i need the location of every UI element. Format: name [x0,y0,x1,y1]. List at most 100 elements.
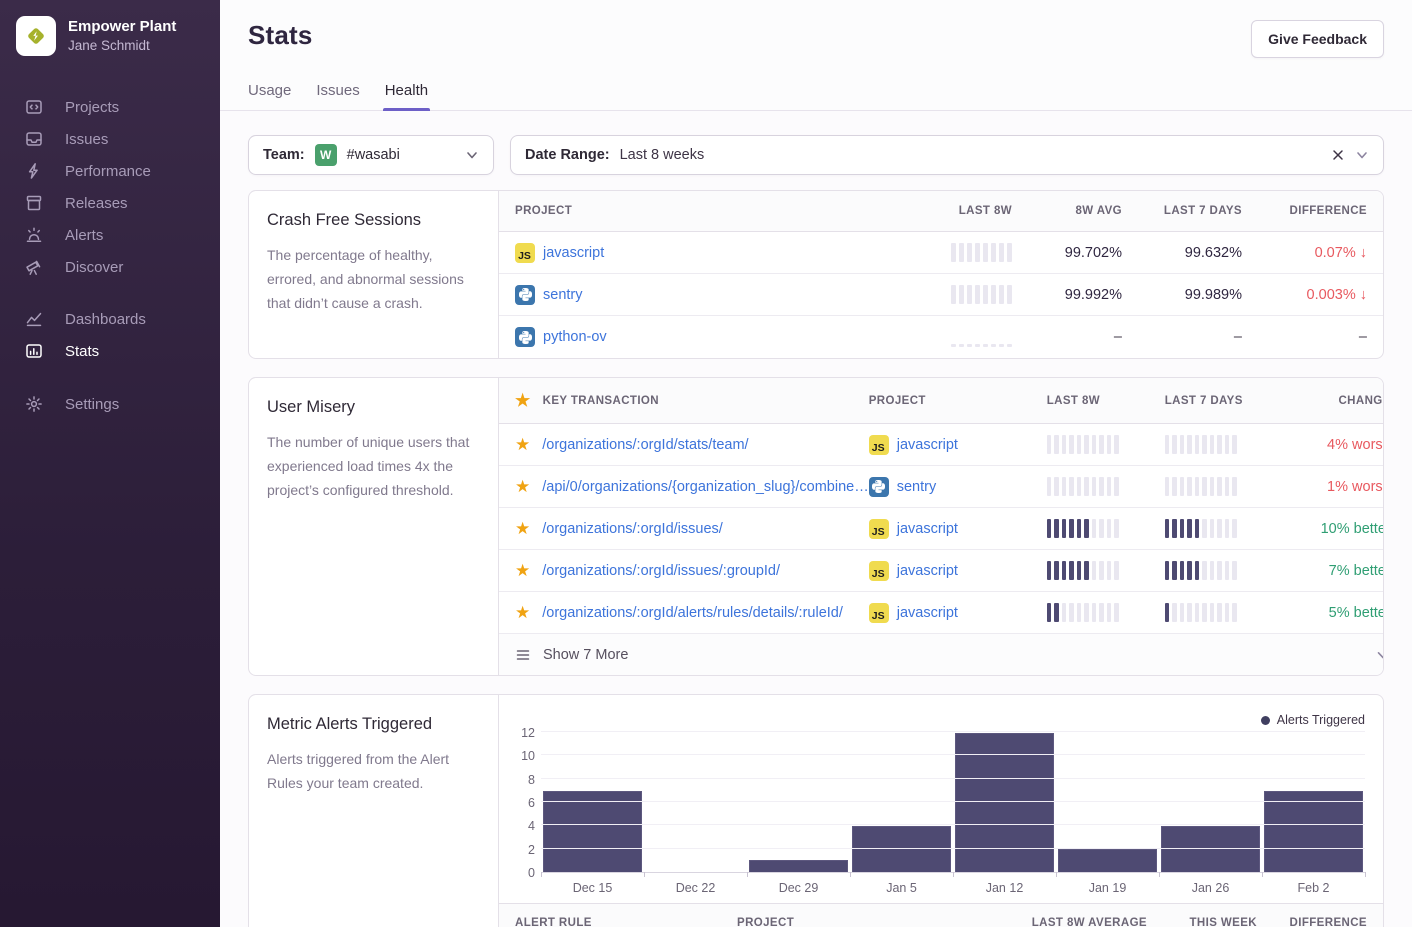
key-transaction-star-icon[interactable]: ★ [515,604,530,621]
project-link[interactable]: JSjavascript [869,603,1047,623]
sparkline-last7days [1165,519,1283,538]
sidebar-item-alerts[interactable]: Alerts [0,220,220,250]
page-title: Stats [248,20,313,51]
page-header: Stats Give Feedback Usage Issues Health [220,0,1412,111]
sparkline-last7days [1165,477,1283,496]
team-select[interactable]: Team: W #wasabi [248,135,494,175]
show-more-button[interactable]: Show 7 More [499,634,1384,675]
sidebar-item-settings[interactable]: Settings [0,389,220,419]
project-name: javascript [543,245,604,261]
org-switcher[interactable]: Empower Plant Jane Schmidt [0,0,220,70]
platform-icon: JS [869,561,889,581]
user-misery-description: User Misery The number of unique users t… [249,378,499,675]
sidebar-item-label: Issues [65,131,108,148]
date-range-value: Last 8 weeks [620,147,705,163]
user-misery-table: ★KEY TRANSACTION PROJECT LAST 8W LAST 7 … [499,378,1384,675]
difference-value: 0.07% ↓ [1242,245,1367,261]
sidebar: Empower Plant Jane Schmidt Projects Issu… [0,0,220,927]
sidebar-item-performance[interactable]: Performance [0,156,220,186]
performance-icon [25,162,43,180]
sparkline-last8w [1047,561,1165,580]
sidebar-item-discover[interactable]: Discover [0,252,220,282]
column-difference: DIFFERENCE [1257,917,1367,927]
sidebar-item-label: Dashboards [65,311,146,328]
difference-value: 0.003% ↓ [1242,287,1367,303]
8w-avg-value: 99.992% [1012,287,1122,303]
transaction-link[interactable]: /organizations/:orgId/stats/team/ [542,437,748,453]
project-link[interactable]: JSjavascript [869,519,1047,539]
clear-date-button[interactable] [1331,148,1345,162]
content-area: Team: W #wasabi Date Range: Last 8 weeks [220,111,1412,927]
table-row: ★ /organizations/:orgId/issues/ JSjavascr… [499,508,1384,550]
column-last7days: LAST 7 DAYS [1165,395,1283,407]
tab-bar: Usage Issues Health [248,82,1384,110]
project-link[interactable]: JSjavascript [869,435,1047,455]
show-more-label: Show 7 More [543,647,628,663]
column-alert-rule: ALERT RULE [515,917,737,927]
project-link[interactable]: JS javascript [515,243,892,263]
metric-alerts-description: Metric Alerts Triggered Alerts triggered… [249,695,499,927]
crash-free-description: Crash Free Sessions The percentage of he… [249,191,499,358]
transaction-link[interactable]: /organizations/:orgId/alerts/rules/detai… [542,605,843,621]
sidebar-item-releases[interactable]: Releases [0,188,220,218]
change-value: 5% better [1283,605,1384,621]
filter-row: Team: W #wasabi Date Range: Last 8 weeks [248,135,1384,175]
sidebar-item-stats[interactable]: Stats [0,336,220,366]
project-link[interactable]: JS javascript [869,561,1047,581]
table-row: ★ /organizations/:orgId/stats/team/ JSjav… [499,424,1384,466]
change-value: 1% worse [1283,479,1384,495]
key-transaction-star-icon[interactable]: ★ [515,562,530,579]
sidebar-nav: Projects Issues Performance Releases Ale… [0,92,220,419]
tab-issues[interactable]: Issues [316,82,359,110]
user-name: Jane Schmidt [68,37,176,55]
bar-chart: Alerts Triggered 121086420 Dec 15Dec 22D… [499,695,1383,903]
transaction-link[interactable]: /organizations/:orgId/issues/:groupId/ [542,563,780,579]
column-project: PROJECT [737,917,987,927]
platform-icon: JS [869,603,889,623]
sidebar-item-label: Alerts [65,227,103,244]
project-link[interactable]: JSsentry [869,477,1047,497]
metric-alerts-panel: Metric Alerts Triggered Alerts triggered… [248,694,1384,927]
sparkline-last8w [951,243,1012,262]
key-transaction-star-icon[interactable]: ★ [515,478,530,495]
give-feedback-button[interactable]: Give Feedback [1251,20,1384,58]
transaction-link[interactable]: /api/0/organizations/{organization_slug}… [542,479,868,495]
sidebar-item-dashboards[interactable]: Dashboards [0,304,220,334]
sidebar-item-label: Discover [65,259,123,276]
column-last7days: LAST 7 DAYS [1122,205,1242,217]
table-header: ★KEY TRANSACTION PROJECT LAST 8W LAST 7 … [499,378,1384,424]
sparkline-last8w [1047,435,1165,454]
list-icon [515,647,531,663]
nav-divider-gap [0,368,220,387]
transaction-link[interactable]: /organizations/:orgId/issues/ [542,521,723,537]
table-row: ★ /api/0/organizations/{organization_slug… [499,466,1384,508]
chart-y-axis: 121086420 [507,733,541,873]
tab-usage[interactable]: Usage [248,82,291,110]
sidebar-item-projects[interactable]: Projects [0,92,220,122]
project-name: javascript [897,563,958,579]
date-range-select[interactable]: Date Range: Last 8 weeks [510,135,1384,175]
key-transaction-star-icon[interactable]: ★ [515,520,530,537]
sidebar-item-issues[interactable]: Issues [0,124,220,154]
project-link[interactable]: JS sentry [515,285,892,305]
project-link[interactable]: JS python-ov [515,327,892,347]
table-row: JS sentry 99.992% 99.989% 0.003% ↓ [499,274,1383,316]
table-row: ★/organizations/:orgId/issues/:groupId/ … [499,550,1384,592]
column-project: PROJECT [869,395,1047,407]
last7-value: – [1122,329,1242,345]
stats-icon [25,342,43,360]
change-value: 7% better [1283,563,1384,579]
projects-icon [25,98,43,116]
chevron-down-icon [465,148,479,162]
chevron-down-icon[interactable] [1355,148,1369,162]
tab-health[interactable]: Health [385,82,428,110]
sidebar-item-label: Releases [65,195,128,212]
chart-plot-area [541,733,1365,873]
chart-x-labels: Dec 15Dec 22Dec 29Jan 5Jan 12Jan 19Jan 2… [541,873,1365,903]
org-logo-icon [16,16,56,56]
key-transaction-star-icon[interactable]: ★ [515,436,530,453]
project-name: python-ov [543,329,607,345]
platform-icon: JS [869,519,889,539]
date-range-label: Date Range: [525,147,610,163]
column-project: PROJECT [515,205,892,217]
